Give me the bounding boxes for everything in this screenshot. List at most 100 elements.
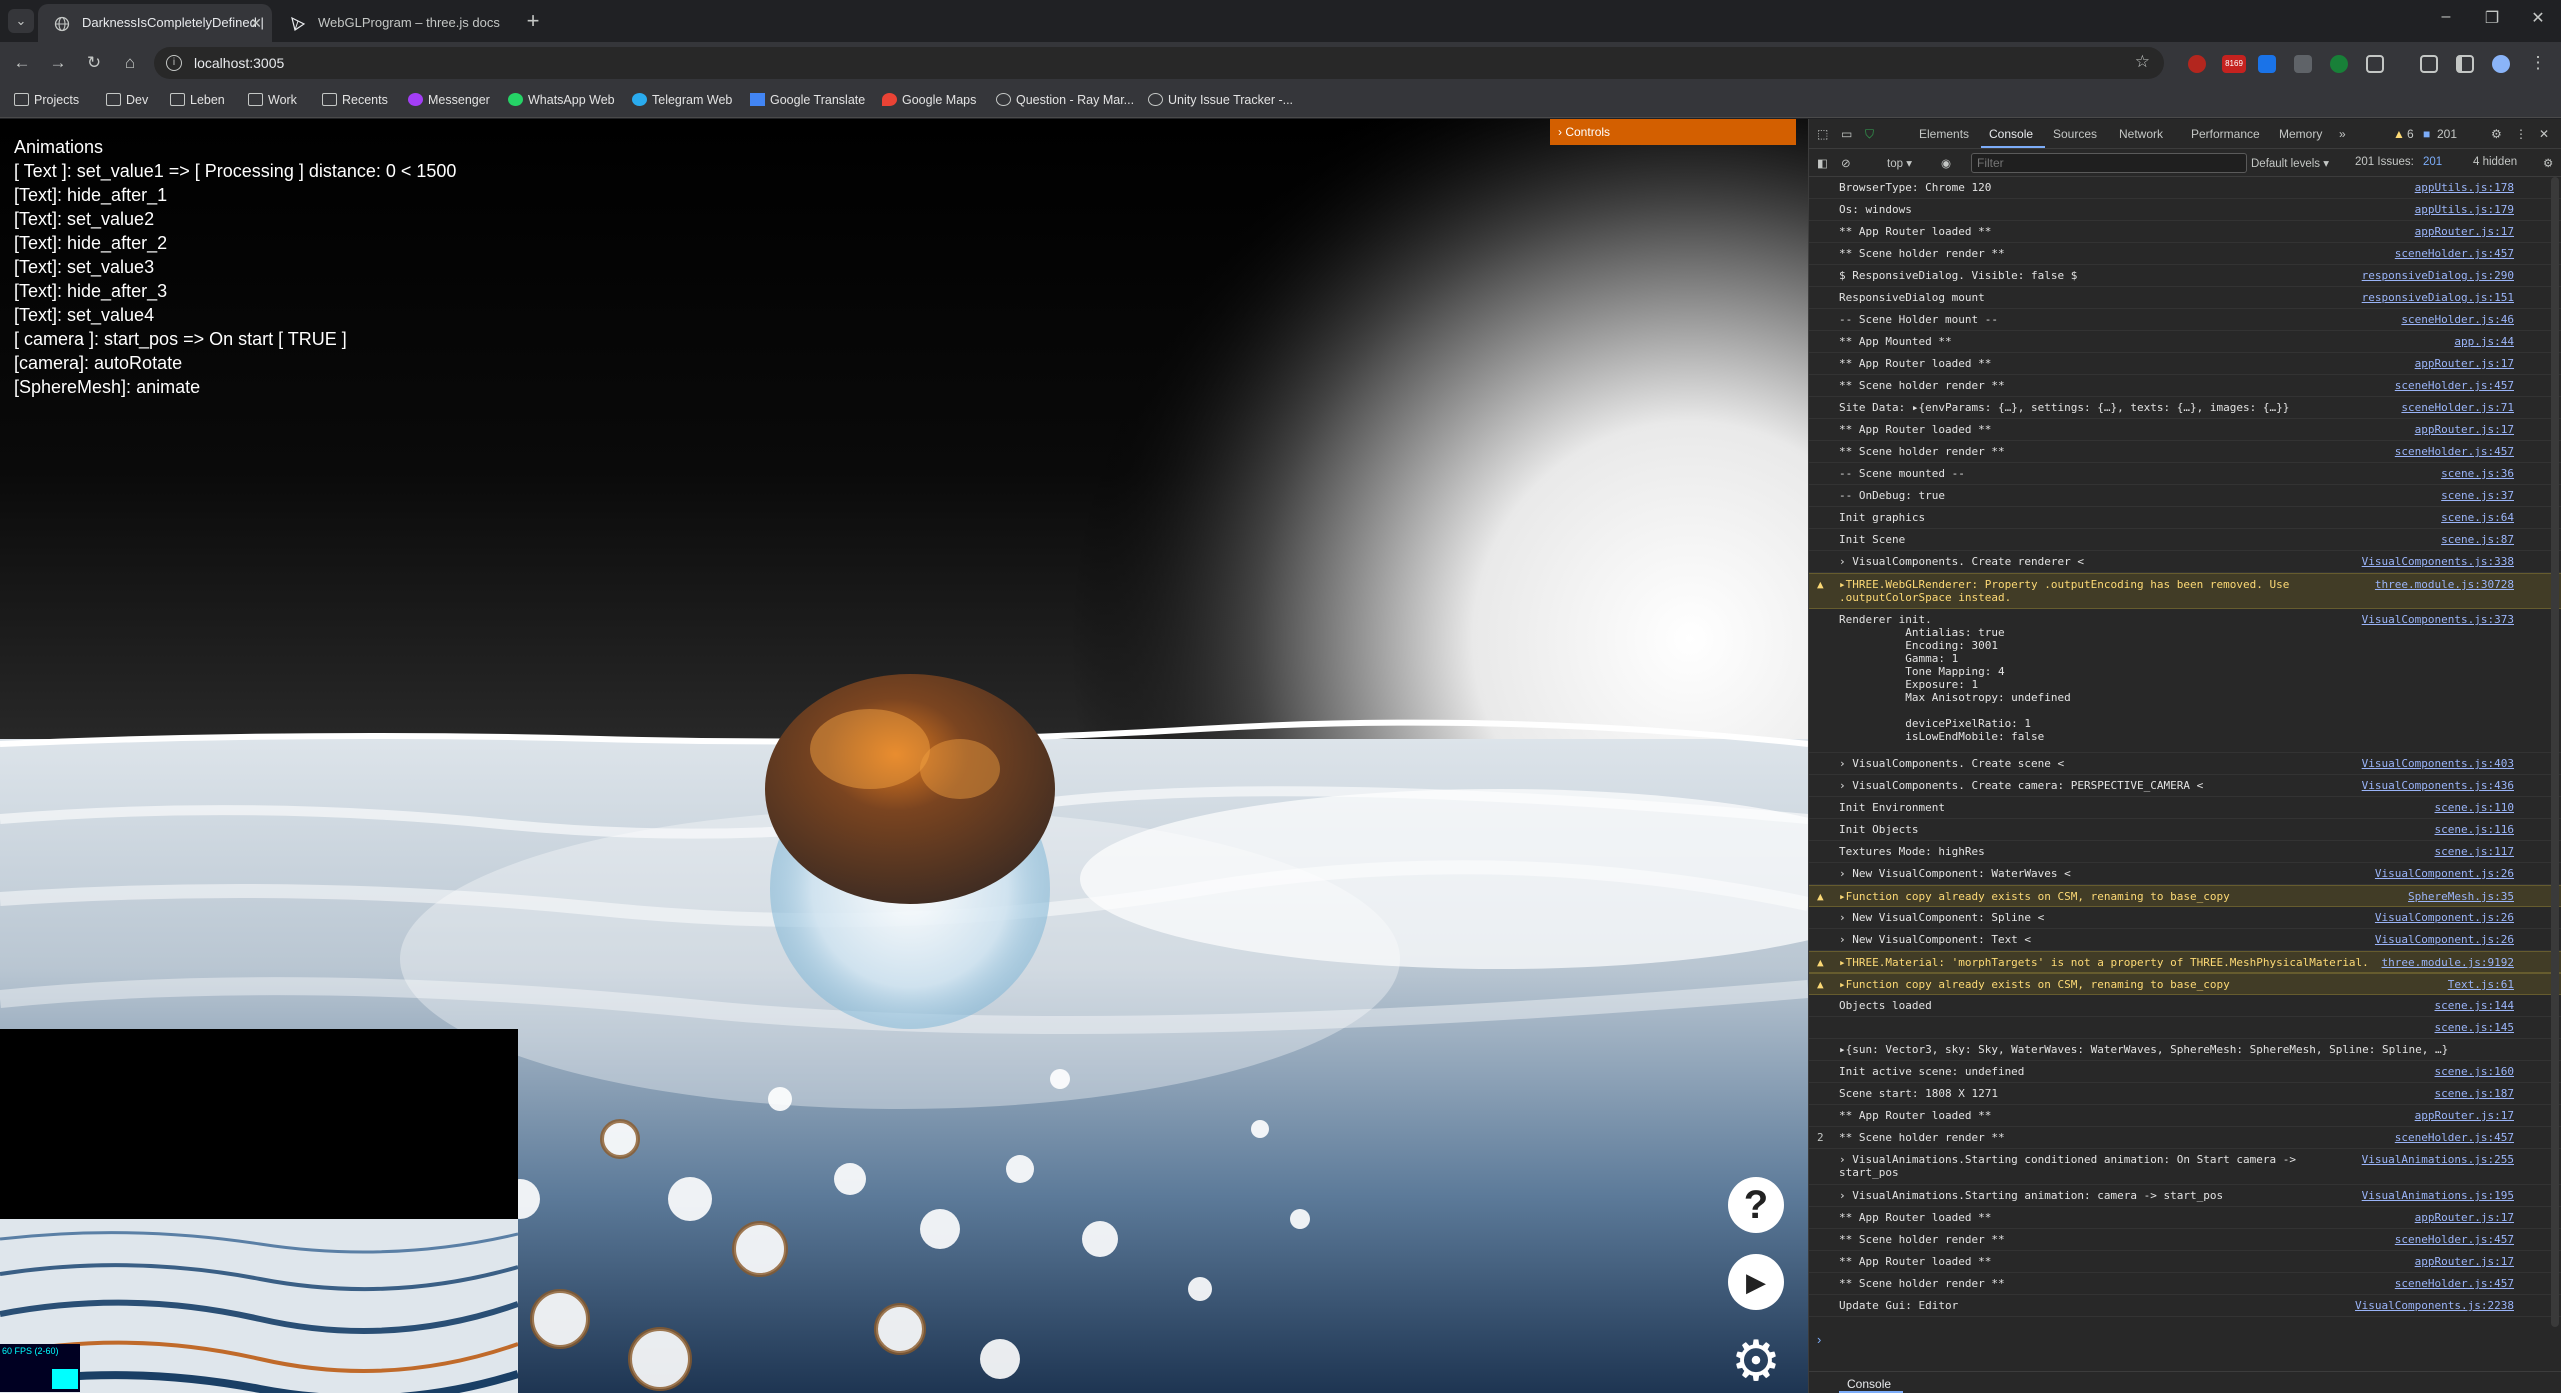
source-link[interactable]: VisualComponents.js:338 — [2362, 555, 2514, 568]
extension-red-icon[interactable] — [2188, 55, 2206, 73]
console-log-row[interactable]: Textures Mode: highRes scene.js:117 — [1809, 841, 2561, 863]
source-link[interactable]: scene.js:116 — [2435, 823, 2514, 836]
extension-blue-icon[interactable] — [2258, 55, 2276, 73]
console-log-row[interactable]: › VisualAnimations.Starting animation: c… — [1809, 1185, 2561, 1207]
more-tabs-icon[interactable]: » — [2339, 127, 2346, 141]
source-link[interactable]: appRouter.js:17 — [2415, 423, 2514, 436]
console-warning-row[interactable]: ▲ ▸THREE.Material: 'morphTargets' is not … — [1809, 951, 2561, 973]
issues-label[interactable]: 201 Issues: — [2355, 156, 2414, 168]
bookmark-item[interactable]: WhatsApp Web — [508, 93, 615, 107]
console-log-row[interactable]: BrowserType: Chrome 120 appUtils.js:178 — [1809, 177, 2561, 199]
source-link[interactable]: appUtils.js:178 — [2415, 181, 2514, 194]
extensions-puzzle-icon[interactable] — [2366, 55, 2384, 73]
source-link[interactable]: sceneHolder.js:457 — [2395, 445, 2514, 458]
url-text[interactable]: localhost:3005 — [194, 55, 284, 71]
source-link[interactable]: sceneHolder.js:457 — [2395, 1277, 2514, 1290]
console-warning-row[interactable]: ▲ ▸Function copy already exists on CSM, r… — [1809, 973, 2561, 995]
source-link[interactable]: scene.js:37 — [2441, 489, 2514, 502]
console-log-row[interactable]: Scene start: 1808 X 1271 scene.js:187 — [1809, 1083, 2561, 1105]
console-log-row[interactable]: Init Objects scene.js:116 — [1809, 819, 2561, 841]
settings-gear-icon[interactable]: ⚙ — [1728, 1333, 1784, 1389]
source-link[interactable]: VisualComponent.js:26 — [2375, 933, 2514, 946]
console-log-row[interactable]: ** Scene holder render ** sceneHolder.js:… — [1809, 375, 2561, 397]
console-settings-icon[interactable]: ⚙ — [2543, 156, 2553, 170]
console-log-row[interactable]: Init graphics scene.js:64 — [1809, 507, 2561, 529]
source-link[interactable]: appRouter.js:17 — [2415, 1109, 2514, 1122]
console-log-row[interactable]: ResponsiveDialog mount responsiveDialog.j… — [1809, 287, 2561, 309]
tab-console[interactable]: Console — [1989, 127, 2033, 141]
clear-console-icon[interactable]: ⊘ — [1841, 156, 1851, 170]
extension-badge-icon[interactable]: 8169 — [2222, 55, 2246, 73]
source-link[interactable]: sceneHolder.js:457 — [2395, 1131, 2514, 1144]
reload-icon[interactable]: ↻ — [80, 51, 108, 75]
source-link[interactable]: Text.js:61 — [2448, 978, 2514, 991]
source-link[interactable]: scene.js:110 — [2435, 801, 2514, 814]
source-link[interactable]: VisualComponents.js:2238 — [2355, 1299, 2514, 1312]
bookmark-item[interactable]: Dev — [106, 93, 148, 107]
play-button[interactable]: ▶ — [1728, 1254, 1784, 1310]
console-log-row[interactable]: ▸{sun: Vector3, sky: Sky, WaterWaves: Wa… — [1809, 1039, 2561, 1061]
source-link[interactable]: sceneHolder.js:457 — [2395, 379, 2514, 392]
source-link[interactable]: VisualComponents.js:436 — [2362, 779, 2514, 792]
bookmark-item[interactable]: Google Maps — [882, 93, 976, 107]
forward-icon[interactable]: → — [44, 51, 72, 75]
console-log-row[interactable]: Init active scene: undefined scene.js:160 — [1809, 1061, 2561, 1083]
devtools-settings-icon[interactable]: ⚙ — [2491, 127, 2502, 141]
source-link[interactable]: appRouter.js:17 — [2415, 357, 2514, 370]
warning-icon[interactable]: ▲ — [2393, 127, 2405, 141]
console-warning-row[interactable]: ▲ ▸THREE.WebGLRenderer: Property .outputE… — [1809, 573, 2561, 609]
console-prompt[interactable]: › — [1817, 1332, 1821, 1347]
source-link[interactable]: scene.js:36 — [2441, 467, 2514, 480]
bookmark-item[interactable]: Work — [248, 93, 297, 107]
source-link[interactable]: scene.js:160 — [2435, 1065, 2514, 1078]
restore-icon[interactable]: ❐ — [2472, 8, 2512, 28]
new-tab-button[interactable]: + — [518, 6, 548, 36]
source-link[interactable]: scene.js:117 — [2435, 845, 2514, 858]
console-log-row[interactable]: ** Scene holder render ** sceneHolder.js:… — [1809, 243, 2561, 265]
bookmark-item[interactable]: Messenger — [408, 93, 490, 107]
issues-badge[interactable]: 201 — [2423, 156, 2442, 168]
close-window-icon[interactable]: ✕ — [2518, 8, 2558, 28]
console-log-row[interactable]: › New VisualComponent: WaterWaves < Visua… — [1809, 863, 2561, 885]
source-link[interactable]: appRouter.js:17 — [2415, 1255, 2514, 1268]
source-link[interactable]: SphereMesh.js:35 — [2408, 890, 2514, 903]
console-log-row[interactable]: ** Scene holder render ** sceneHolder.js:… — [1809, 1273, 2561, 1295]
console-log-row[interactable]: › VisualComponents. Create scene < Visual… — [1809, 753, 2561, 775]
issues-count[interactable]: 201 — [2437, 127, 2457, 141]
console-log-row[interactable]: -- Scene mounted -- scene.js:36 — [1809, 463, 2561, 485]
source-link[interactable]: scene.js:144 — [2435, 999, 2514, 1012]
minimize-icon[interactable]: – — [2426, 8, 2466, 26]
help-button[interactable]: ? — [1728, 1177, 1784, 1233]
shield-icon[interactable]: ⛉ — [1865, 127, 1874, 142]
console-log-row[interactable]: ** App Router loaded ** appRouter.js:17 — [1809, 1105, 2561, 1127]
source-link[interactable]: VisualComponents.js:403 — [2362, 757, 2514, 770]
console-log-row[interactable]: Site Data: ▸{envParams: {…}, settings: {… — [1809, 397, 2561, 419]
menu-kebab-icon[interactable]: ⋮ — [2524, 51, 2552, 75]
context-select[interactable]: top ▾ — [1887, 156, 1912, 170]
bookmark-item[interactable]: Question - Ray Mar... — [996, 93, 1134, 107]
source-link[interactable]: VisualComponent.js:26 — [2375, 911, 2514, 924]
console-log-row[interactable]: ** App Router loaded ** appRouter.js:17 — [1809, 1207, 2561, 1229]
source-link[interactable]: three.module.js:9192 — [2382, 956, 2514, 969]
source-link[interactable]: appRouter.js:17 — [2415, 1211, 2514, 1224]
fps-stats-panel[interactable]: 60 FPS (2-60) — [0, 1344, 80, 1392]
log-levels-dropdown[interactable]: Default levels ▾ — [2251, 156, 2329, 170]
source-link[interactable]: app.js:44 — [2454, 335, 2514, 348]
console-log-row[interactable]: $ ResponsiveDialog. Visible: false $ resp… — [1809, 265, 2561, 287]
webgl-canvas[interactable]: Animations [ Text ]: set_value1 => [ Pro… — [0, 119, 1808, 1393]
tab-search-button[interactable]: ⌄ — [8, 9, 34, 33]
eye-icon[interactable]: ◉ — [1941, 156, 1951, 170]
console-warning-row[interactable]: ▲ ▸Function copy already exists on CSM, r… — [1809, 885, 2561, 907]
console-log-row[interactable]: 2 ** Scene holder render ** sceneHolder.js… — [1809, 1127, 2561, 1149]
console-log-row[interactable]: ** App Router loaded ** appRouter.js:17 — [1809, 419, 2561, 441]
source-link[interactable]: responsiveDialog.js:290 — [2362, 269, 2514, 282]
console-log-row[interactable]: scene.js:145 — [1809, 1017, 2561, 1039]
console-log-row[interactable]: -- Scene Holder mount -- sceneHolder.js:4… — [1809, 309, 2561, 331]
back-icon[interactable]: ← — [8, 51, 36, 75]
console-log-row[interactable]: ** App Router loaded ** appRouter.js:17 — [1809, 1251, 2561, 1273]
console-log-row[interactable]: ** Scene holder render ** sceneHolder.js:… — [1809, 441, 2561, 463]
source-link[interactable]: VisualAnimations.js:255 — [2362, 1153, 2514, 1166]
console-log-row[interactable]: Os: windows appUtils.js:179 — [1809, 199, 2561, 221]
console-log-row[interactable]: › New VisualComponent: Spline < VisualCom… — [1809, 907, 2561, 929]
bookmark-item[interactable]: Telegram Web — [632, 93, 732, 107]
